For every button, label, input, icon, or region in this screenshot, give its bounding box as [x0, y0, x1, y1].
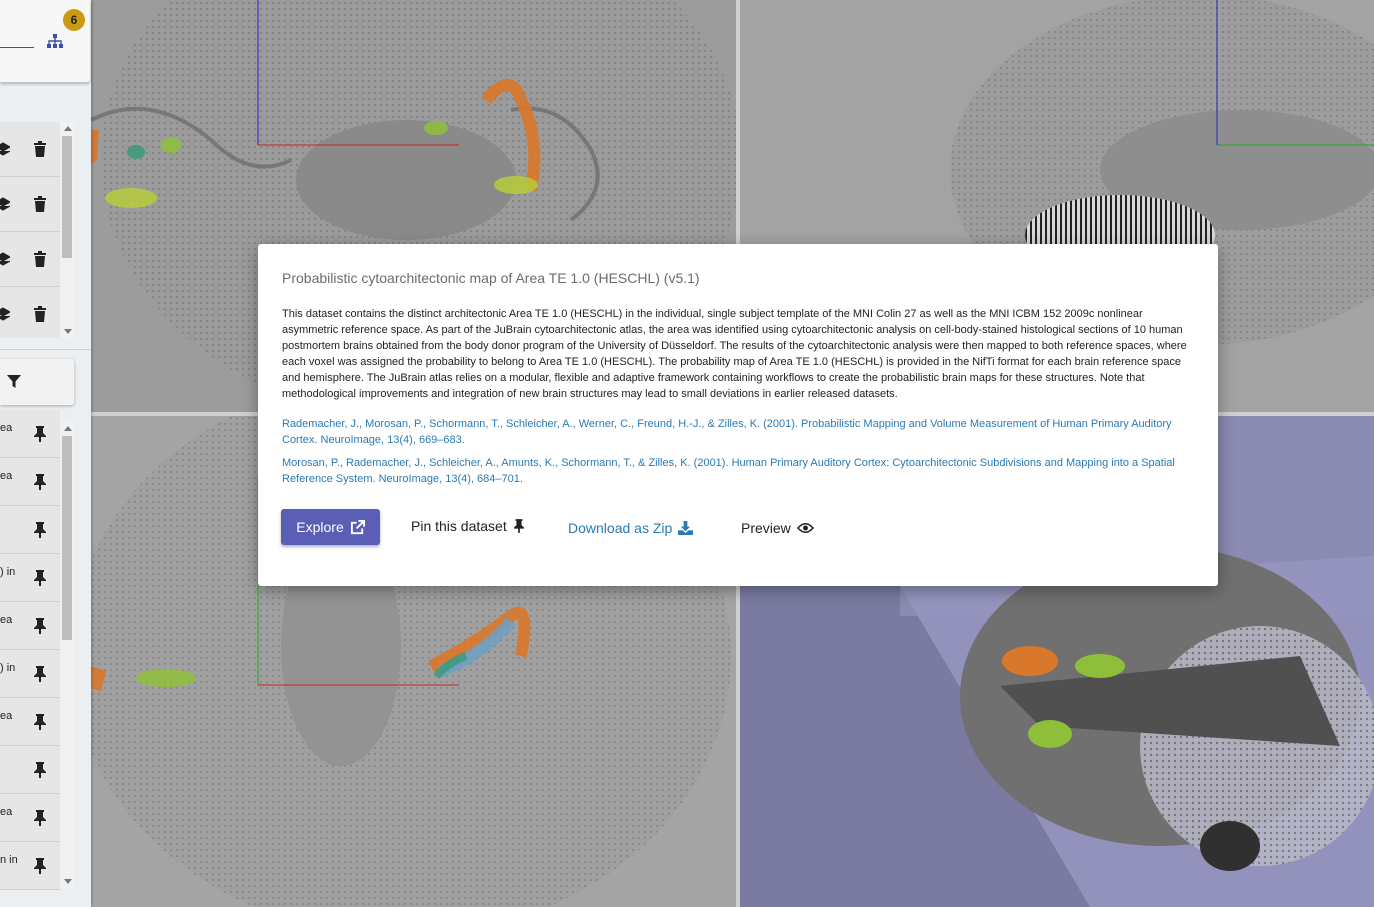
scroll-down-arrow-icon[interactable] — [64, 329, 72, 334]
dataset-row[interactable] — [0, 746, 60, 794]
pin-icon[interactable] — [33, 762, 47, 778]
download-zip-button[interactable]: Download as Zip — [568, 520, 694, 536]
dataset-list: ea ea ) in ea ) in ea ea n in — [0, 410, 60, 890]
pin-icon[interactable] — [33, 426, 47, 442]
selection-count-badge[interactable]: 6 — [63, 9, 85, 31]
download-icon — [678, 521, 694, 535]
pin-icon — [513, 519, 524, 533]
layers-icon[interactable] — [0, 141, 10, 157]
pin-dataset-label: Pin this dataset — [411, 518, 507, 534]
modal-title: Probabilistic cytoarchitectonic map of A… — [282, 270, 700, 286]
dataset-row[interactable]: n in — [0, 842, 60, 890]
pin-dataset-button[interactable]: Pin this dataset — [411, 518, 525, 534]
layers-icon[interactable] — [0, 196, 10, 212]
trash-icon[interactable] — [33, 251, 47, 267]
external-link-icon — [350, 519, 365, 534]
preview-label: Preview — [741, 520, 791, 536]
preview-button[interactable]: Preview — [741, 520, 814, 536]
pin-icon[interactable] — [33, 858, 47, 874]
dataset-row[interactable]: ea — [0, 602, 60, 650]
dataset-row-text: ea — [0, 614, 13, 626]
trash-icon[interactable] — [33, 141, 47, 157]
filter-icon — [7, 375, 21, 388]
panel-divider — [0, 349, 91, 350]
filter-button[interactable] — [0, 359, 74, 405]
pin-icon[interactable] — [33, 522, 47, 538]
scrollbar-thumb[interactable] — [62, 136, 72, 258]
download-zip-label: Download as Zip — [568, 520, 673, 536]
dataset-row[interactable]: ) in — [0, 554, 60, 602]
eye-icon — [796, 523, 814, 533]
dataset-row-text: ea — [0, 806, 13, 818]
explore-button[interactable]: Explore — [281, 509, 380, 545]
explore-button-label: Explore — [296, 519, 344, 535]
dataset-row-text: ea — [0, 710, 13, 722]
selected-region-row[interactable] — [0, 232, 60, 287]
dataset-row-text: ) in — [0, 566, 16, 578]
selected-region-row[interactable] — [0, 177, 60, 232]
pin-icon[interactable] — [33, 666, 47, 682]
trash-icon[interactable] — [33, 196, 47, 212]
dataset-list-scrollbar[interactable] — [61, 422, 74, 888]
selected-list-scrollbar[interactable] — [61, 122, 74, 338]
dataset-row-text: ea — [0, 470, 13, 482]
side-panel: 6 ea ea ) in ea ) in ea ea n in — [0, 0, 91, 907]
dataset-row[interactable]: ) in — [0, 650, 60, 698]
layers-icon[interactable] — [0, 306, 10, 322]
dataset-row-text: ) in — [0, 662, 16, 674]
dataset-detail-modal: Probabilistic cytoarchitectonic map of A… — [258, 244, 1218, 586]
dataset-row-text: n in — [0, 854, 18, 866]
dataset-row[interactable]: ea — [0, 794, 60, 842]
pin-icon[interactable] — [33, 714, 47, 730]
selected-regions-list — [0, 122, 60, 338]
trash-icon[interactable] — [33, 306, 47, 322]
dataset-row[interactable] — [0, 506, 60, 554]
dataset-row[interactable]: ea — [0, 698, 60, 746]
pin-icon[interactable] — [33, 618, 47, 634]
dataset-description: This dataset contains the distinct archi… — [282, 308, 1187, 400]
pin-icon[interactable] — [33, 570, 47, 586]
pin-icon[interactable] — [33, 810, 47, 826]
layers-icon[interactable] — [0, 251, 10, 267]
reference-link[interactable]: Morosan, P., Rademacher, J., Schleicher,… — [282, 455, 1197, 487]
reference-link[interactable]: Rademacher, J., Morosan, P., Schormann, … — [282, 416, 1197, 448]
selected-region-row[interactable] — [0, 287, 60, 338]
scroll-up-arrow-icon[interactable] — [64, 126, 72, 131]
dataset-row-text: ea — [0, 422, 13, 434]
dataset-row[interactable]: ea — [0, 410, 60, 458]
sitemap-icon[interactable] — [46, 33, 64, 49]
selected-region-row[interactable] — [0, 122, 60, 177]
scroll-up-arrow-icon[interactable] — [64, 426, 72, 431]
pin-icon[interactable] — [33, 474, 47, 490]
dataset-row[interactable]: ea — [0, 458, 60, 506]
scrollbar-thumb[interactable] — [62, 436, 72, 640]
search-input[interactable] — [0, 47, 34, 48]
scroll-down-arrow-icon[interactable] — [64, 879, 72, 884]
